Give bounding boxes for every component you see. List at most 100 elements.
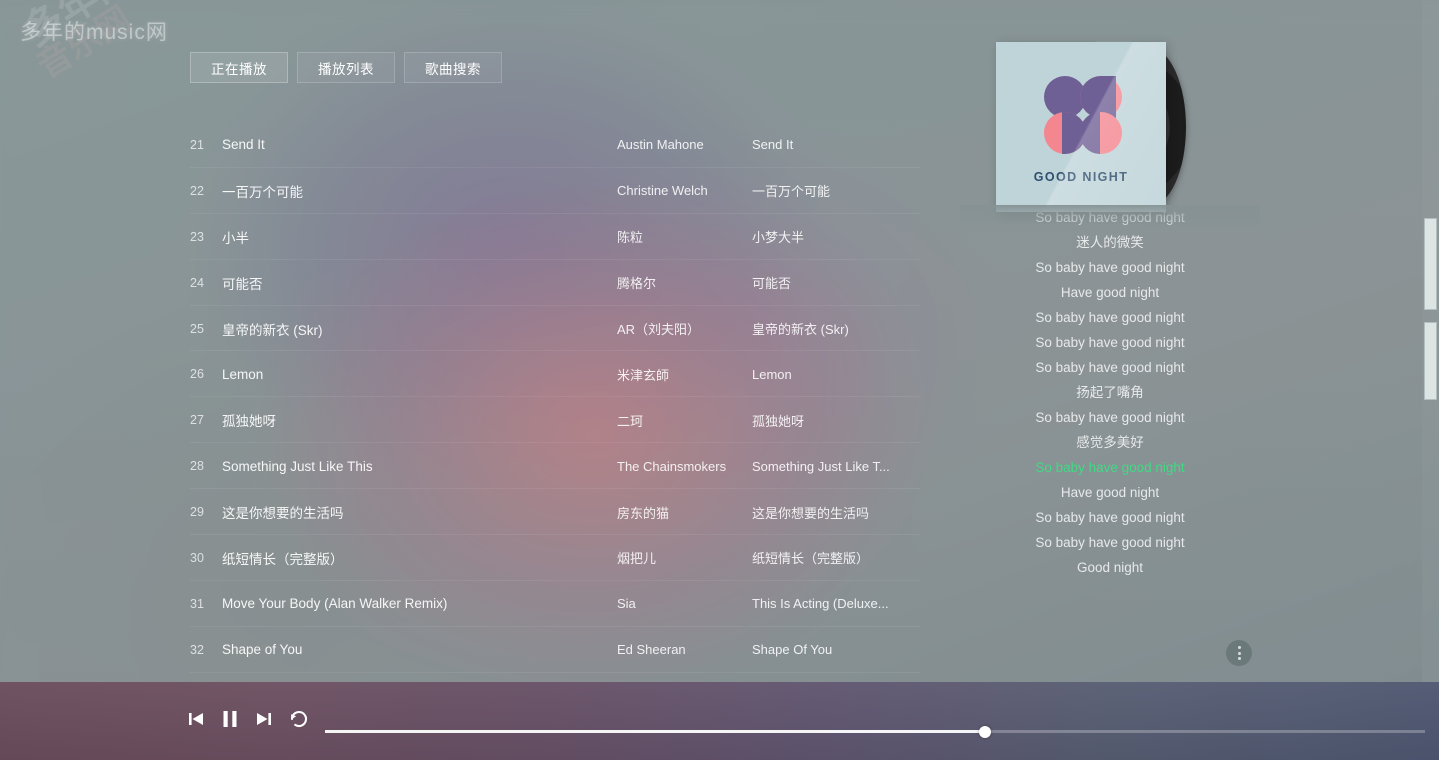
table-row[interactable]: 23 小半 陈粒 小梦大半	[190, 214, 920, 260]
scrollbar-thumb-lower[interactable]	[1424, 322, 1437, 400]
song-index: 27	[190, 413, 204, 428]
tab-bar: 正在播放 播放列表 歌曲搜索	[190, 52, 511, 83]
song-artist: AR（刘夫阳）	[617, 322, 701, 337]
lyrics-panel[interactable]: So baby have good night 迷人的微笑 So baby have…	[960, 205, 1260, 650]
table-row[interactable]: 26 Lemon 米津玄師 Lemon	[190, 351, 920, 398]
lyric-line: So baby have good night	[1035, 535, 1185, 550]
lyric-line: 感觉多美好	[1076, 435, 1144, 450]
song-title: 孤独她呀	[222, 414, 276, 430]
repeat-button[interactable]	[288, 708, 310, 730]
song-album: 小梦大半	[752, 230, 805, 246]
more-options-button[interactable]	[1226, 640, 1252, 666]
album-cover-area: GOOD NIGHT	[996, 42, 1206, 212]
song-title: Something Just Like This	[222, 458, 373, 474]
song-artist: The Chainsmokers	[617, 458, 727, 474]
tab-label: 正在播放	[211, 61, 267, 77]
song-artist: Austin Mahone	[617, 137, 704, 153]
player-bar	[0, 682, 1439, 760]
lyric-line: Have good night	[1060, 285, 1160, 300]
page-scrollbar[interactable]	[1422, 0, 1439, 760]
song-album: 皇帝的新衣 (Skr)	[752, 322, 849, 337]
song-index: 24	[190, 275, 204, 290]
song-index: 32	[190, 642, 204, 657]
song-title: Move Your Body (Alan Walker Remix)	[222, 596, 448, 612]
table-row[interactable]: 21 Send It Austin Mahone Send It	[190, 122, 920, 168]
song-index: 23	[190, 229, 204, 244]
lyric-line: So baby have good night	[1035, 410, 1185, 425]
cover-gloss	[996, 42, 1166, 212]
progress-handle[interactable]	[979, 725, 991, 738]
tab-song-search[interactable]: 歌曲搜索	[404, 52, 502, 83]
lyric-line: So baby have good night	[1035, 360, 1185, 375]
song-album: Send It	[752, 137, 794, 153]
scrollbar-thumb-upper[interactable]	[1424, 218, 1437, 310]
song-album: Something Just Like T...	[752, 458, 890, 474]
more-dot-icon	[1237, 657, 1241, 660]
lyric-line: 迷人的微笑	[1076, 235, 1144, 250]
song-album: This Is Acting (Deluxe...	[752, 596, 889, 612]
song-title: 纸短情长（完整版）	[222, 551, 344, 567]
song-title: 这是你想要的生活吗	[222, 506, 344, 522]
next-button[interactable]	[254, 709, 274, 729]
lyric-line: So baby have good night	[1035, 310, 1185, 325]
music-player-app: 多年的music 音乐网 多年的music网 正在播放播放列表歌曲搜索 21Se…	[0, 0, 1439, 760]
song-index: 25	[190, 321, 204, 336]
song-artist: 房东的猫	[617, 505, 670, 521]
lyric-line: So baby have good night	[1035, 335, 1185, 350]
song-artist: 米津玄師	[617, 367, 670, 383]
previous-button[interactable]	[186, 709, 206, 729]
song-index: 31	[190, 596, 204, 611]
table-row[interactable]: 22 一百万个可能 Christine Welch 一百万个可能	[190, 168, 920, 214]
pause-button[interactable]	[220, 708, 240, 730]
more-dot-icon	[1237, 651, 1241, 655]
song-index: 22	[190, 183, 204, 198]
lyric-line: 扬起了嘴角	[1076, 385, 1144, 400]
song-title: Lemon	[222, 366, 264, 382]
song-index: 28	[190, 459, 204, 474]
song-artist: Christine Welch	[617, 183, 708, 199]
song-title: Send It	[222, 137, 265, 153]
song-album: 可能否	[752, 276, 792, 292]
song-artist: 烟把儿	[617, 551, 657, 567]
table-row[interactable]: 29 这是你想要的生活吗 房东的猫 这是你想要的生活吗	[190, 489, 920, 535]
song-title: Shape of You	[222, 642, 303, 658]
song-title: 皇帝的新衣 (Skr)	[222, 322, 323, 338]
table-row[interactable]: 30 纸短情长（完整版） 烟把儿 纸短情长（完整版）	[190, 535, 920, 581]
tab-now-playing[interactable]: 正在播放	[190, 52, 288, 83]
song-title: 一百万个可能	[222, 184, 303, 200]
progress-fill	[325, 730, 985, 733]
song-index: 26	[190, 367, 204, 382]
song-album: 这是你想要的生活吗	[752, 505, 870, 521]
lyric-line: Good night	[1076, 560, 1144, 575]
tab-playlist[interactable]: 播放列表	[297, 52, 395, 83]
song-index: 21	[190, 137, 204, 152]
song-index: 30	[190, 550, 204, 565]
song-album: Lemon	[752, 366, 792, 382]
table-row[interactable]: 32 Shape of You Ed Sheeran Shape Of You	[190, 627, 920, 673]
table-row[interactable]: 31 Move Your Body (Alan Walker Remix) Sia T…	[190, 581, 920, 627]
playback-controls	[186, 708, 310, 730]
more-dot-icon	[1237, 646, 1241, 649]
song-list: 21 Send It Austin Mahone Send It 22 一百万个可能 Chr…	[190, 122, 920, 673]
song-artist: 陈粒	[617, 230, 644, 246]
table-row[interactable]: 27 孤独她呀 二珂 孤独她呀	[190, 397, 920, 444]
tab-label: 播放列表	[318, 61, 374, 77]
lyric-line: So baby have good night	[1035, 210, 1185, 225]
progress-bar[interactable]	[325, 725, 1425, 738]
song-album: Shape Of You	[752, 642, 833, 658]
tab-label: 歌曲搜索	[425, 61, 481, 77]
song-title: 可能否	[222, 276, 263, 292]
table-row[interactable]: 28 Something Just Like This The Chainsmoke…	[190, 443, 920, 490]
song-artist: Ed Sheeran	[617, 642, 686, 658]
lyric-line: Have good night	[1060, 485, 1160, 500]
table-row[interactable]: 25 皇帝的新衣 (Skr) AR（刘夫阳） 皇帝的新衣 (Skr)	[190, 306, 920, 352]
lyric-line: So baby have good night	[1035, 260, 1185, 275]
song-album: 纸短情长（完整版）	[752, 551, 870, 567]
now-playing-panel: GOOD NIGHT So baby have good night迷人的微笑S…	[960, 0, 1260, 680]
lyric-line-active: So baby have good night	[1035, 460, 1185, 475]
lyric-line: So baby have good night	[1035, 510, 1185, 525]
song-title: 小半	[222, 230, 249, 246]
song-album: 一百万个可能	[752, 184, 831, 200]
table-row[interactable]: 24 可能否 腾格尔 可能否	[190, 260, 920, 306]
album-cover[interactable]: GOOD NIGHT	[996, 42, 1166, 212]
